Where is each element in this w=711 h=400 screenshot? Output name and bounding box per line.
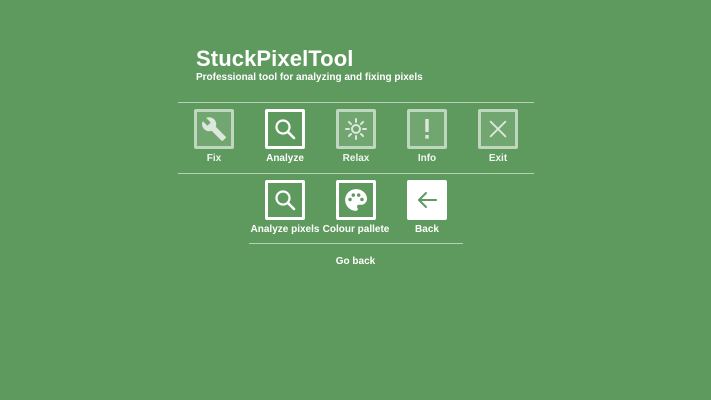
colour-pallete-button-frame[interactable] bbox=[336, 180, 376, 220]
exit-button[interactable]: Exit bbox=[468, 109, 528, 164]
app-title: StuckPixelTool bbox=[196, 46, 354, 71]
sun-icon bbox=[345, 118, 367, 140]
fix-button-frame[interactable] bbox=[194, 109, 234, 149]
wrench-icon bbox=[202, 117, 226, 141]
exit-button-frame[interactable] bbox=[478, 109, 518, 149]
analyze-pixels-button-frame[interactable] bbox=[265, 180, 305, 220]
app-header: StuckPixelTool Professional tool for ana… bbox=[196, 46, 423, 84]
go-back-link[interactable]: Go back bbox=[0, 256, 711, 267]
info-button-frame[interactable] bbox=[407, 109, 447, 149]
relax-button-frame[interactable] bbox=[336, 109, 376, 149]
exit-label: Exit bbox=[488, 153, 508, 164]
back-button[interactable]: Back bbox=[397, 180, 457, 235]
middle-divider bbox=[178, 173, 534, 174]
magnifier-icon bbox=[275, 119, 296, 140]
exclamation-icon bbox=[425, 119, 429, 139]
magnifier-icon bbox=[275, 190, 296, 211]
app-subtitle: Professional tool for analyzing and fixi… bbox=[196, 72, 423, 83]
arrow-left-icon bbox=[418, 192, 437, 208]
close-icon bbox=[489, 120, 507, 138]
analyze-button-frame[interactable] bbox=[265, 109, 305, 149]
back-label: Back bbox=[415, 224, 439, 235]
bottom-divider bbox=[249, 243, 463, 244]
back-button-frame[interactable] bbox=[407, 180, 447, 220]
top-divider bbox=[178, 102, 534, 103]
palette-icon bbox=[345, 189, 368, 211]
